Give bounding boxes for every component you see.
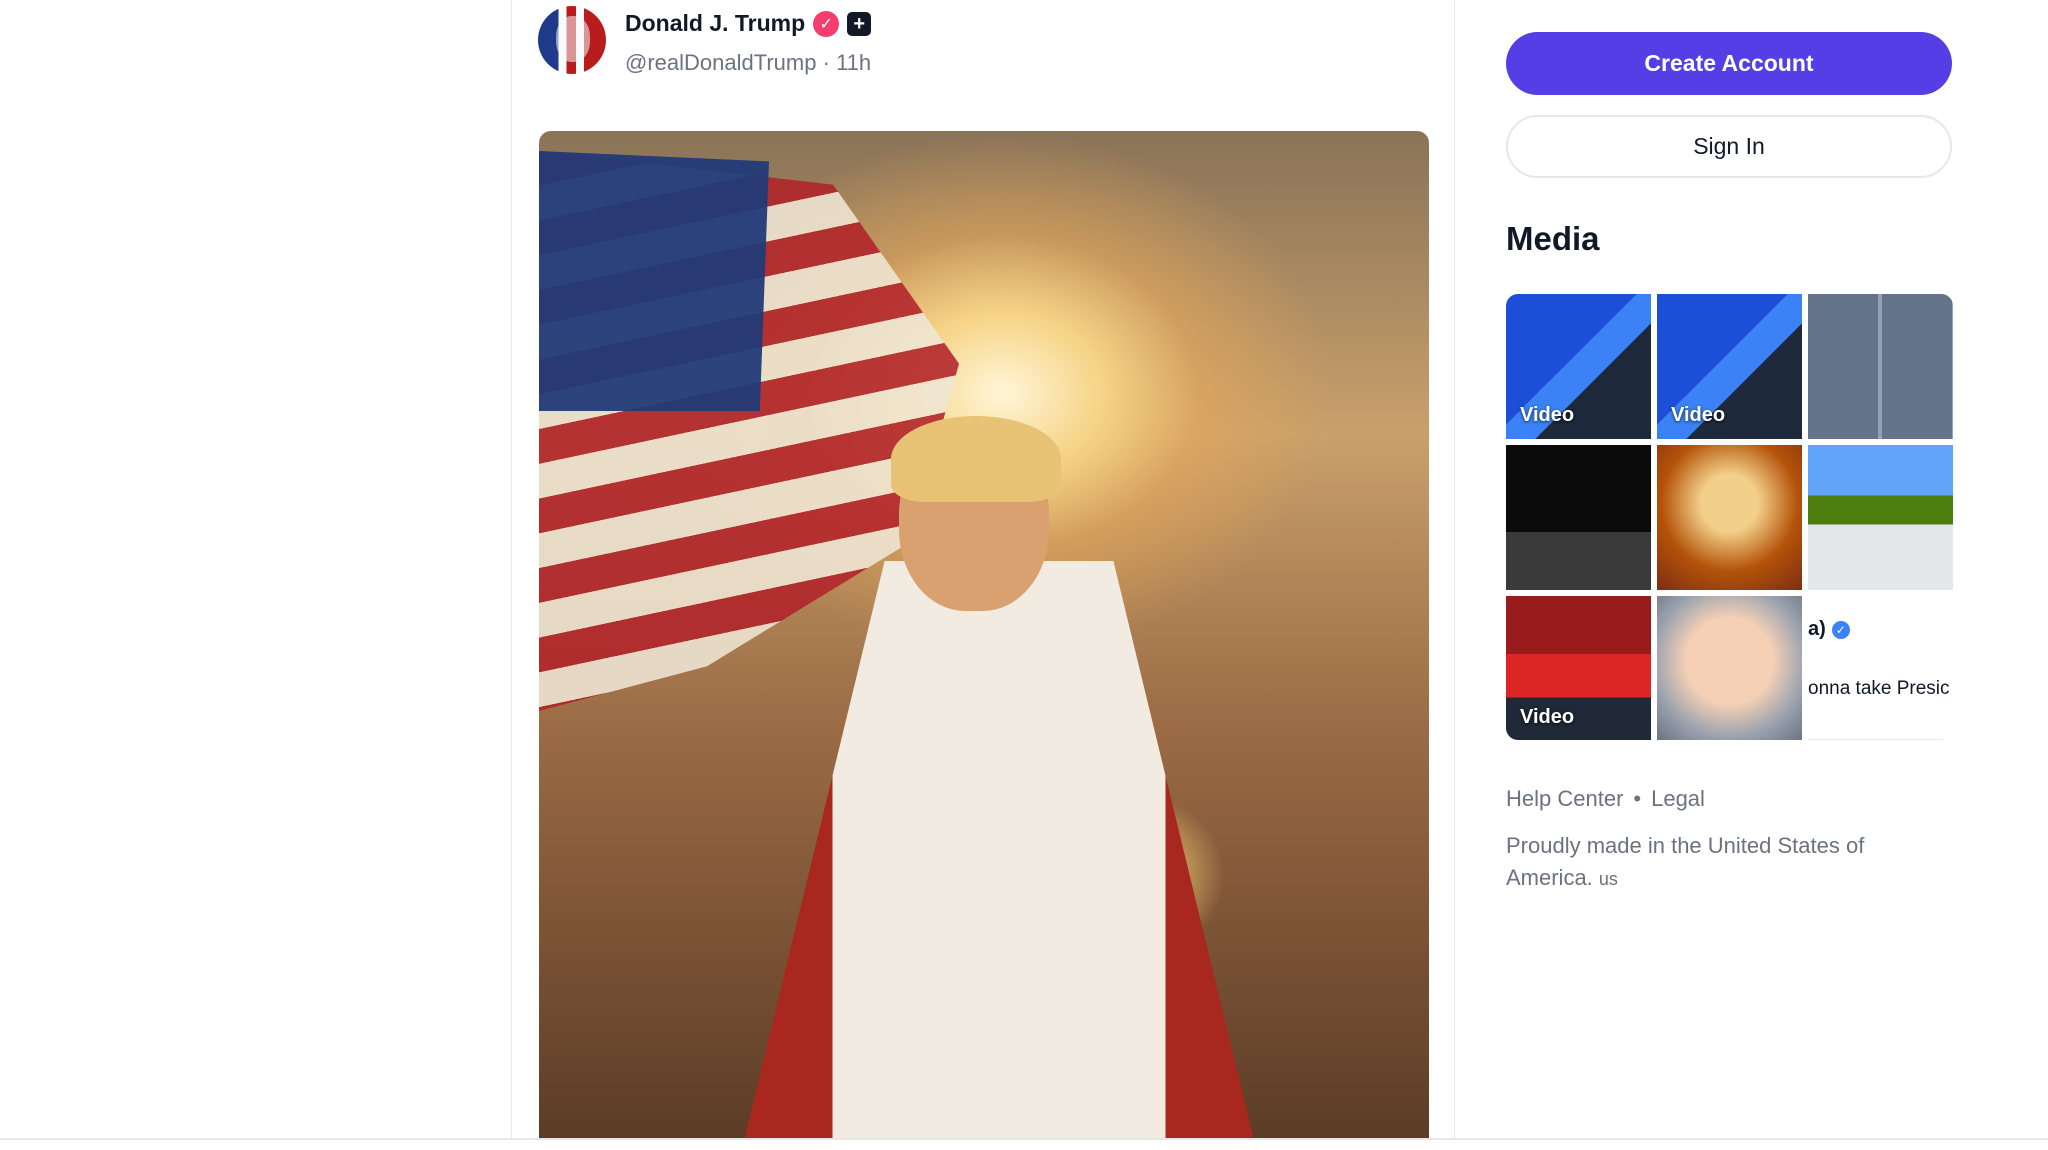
country-code: us <box>1598 869 1618 889</box>
media-tile[interactable]: Video <box>1506 596 1651 740</box>
figure-hair-illustration <box>891 416 1061 502</box>
handle-row: @realDonaldTrump · 11h <box>625 50 871 76</box>
media-tile[interactable] <box>1657 596 1802 740</box>
footer-links: Help Center • Legal <box>1506 786 1705 812</box>
media-tile[interactable] <box>1506 445 1651 590</box>
feed-column: Donald J. Trump ✓ + @realDonaldTrump · 1… <box>511 0 1455 1138</box>
snippet-bottom-text: onna take Presic <box>1808 678 1950 699</box>
plus-badge-icon: + <box>847 11 872 36</box>
verified-check-icon: ✓ <box>1831 620 1850 639</box>
video-label: Video <box>1520 404 1575 426</box>
footer-tagline: Proudly made in the United States of Ame… <box>1506 830 1926 895</box>
snippet-top: a) ✓ <box>1808 618 1850 641</box>
avatar[interactable] <box>538 6 606 74</box>
footer-separator: • <box>1633 786 1642 811</box>
create-account-button[interactable]: Create Account <box>1506 32 1952 95</box>
legal-link[interactable]: Legal <box>1651 786 1705 812</box>
help-center-link[interactable]: Help Center <box>1506 786 1623 812</box>
snippet-top-text: a) <box>1808 618 1826 640</box>
handle-separator: · <box>822 50 830 75</box>
media-grid: Video Video Video a) ✓ onna take Presic <box>1506 294 1953 740</box>
bottom-divider <box>0 1138 2048 1140</box>
media-heading: Media <box>1506 220 1600 257</box>
verified-check-icon: ✓ <box>813 10 840 37</box>
media-tile[interactable] <box>1808 294 1953 439</box>
flag-canton-illustration <box>539 151 769 411</box>
post-timestamp[interactable]: 11h <box>836 50 871 75</box>
media-tile[interactable] <box>1657 445 1802 590</box>
author-name[interactable]: Donald J. Trump <box>625 10 805 37</box>
figure-robe-illustration <box>739 561 1259 1138</box>
tagline-text: Proudly made in the United States of Ame… <box>1506 833 1865 890</box>
video-label: Video <box>1671 404 1726 426</box>
media-tile[interactable]: Video <box>1657 294 1802 439</box>
sign-in-button[interactable]: Sign In <box>1506 115 1952 178</box>
media-tile-text-post[interactable]: a) ✓ onna take Presic <box>1808 596 1953 740</box>
author-handle[interactable]: @realDonaldTrump <box>625 50 816 75</box>
media-tile[interactable]: Video <box>1506 294 1651 439</box>
page: Donald J. Trump ✓ + @realDonaldTrump · 1… <box>0 0 2048 1150</box>
avatar-face <box>556 16 590 62</box>
post-image[interactable] <box>539 131 1429 1138</box>
video-label: Video <box>1520 706 1575 728</box>
media-tile[interactable] <box>1808 445 1953 590</box>
display-name-row: Donald J. Trump ✓ + <box>625 10 872 37</box>
